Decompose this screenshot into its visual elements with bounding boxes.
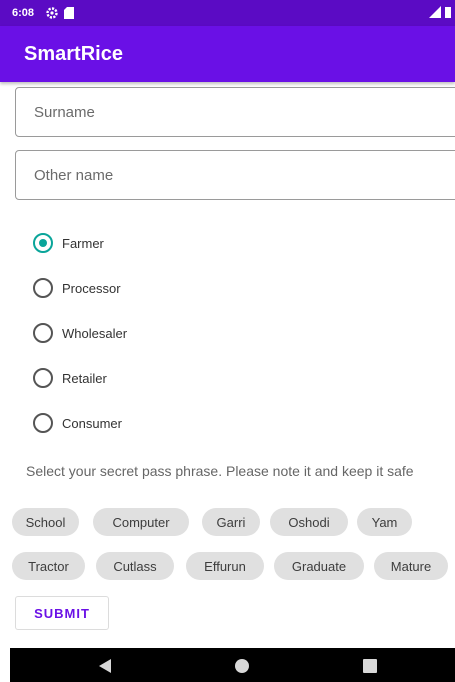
battery-icon <box>445 6 451 21</box>
app-bar: SmartRice <box>0 26 455 82</box>
radio-processor[interactable]: Processor <box>33 276 121 300</box>
chip-yam[interactable]: Yam <box>357 508 412 536</box>
radio-button-icon[interactable] <box>33 368 53 388</box>
gear-icon <box>46 7 58 19</box>
app-title: SmartRice <box>24 43 123 65</box>
radio-label-farmer: Farmer <box>62 235 104 251</box>
chip-mature[interactable]: Mature <box>374 552 448 580</box>
system-nav-bar <box>10 648 455 682</box>
chip-computer[interactable]: Computer <box>93 508 189 536</box>
other-name-field[interactable] <box>15 150 455 200</box>
surname-field[interactable] <box>15 87 455 137</box>
radio-wholesaler[interactable]: Wholesaler <box>33 321 127 345</box>
back-icon[interactable] <box>98 658 112 679</box>
app-screen: 6:08 SmartRice Surname Other name Farmer… <box>0 0 455 682</box>
radio-farmer[interactable]: Farmer <box>33 231 104 255</box>
chip-garri[interactable]: Garri <box>202 508 260 536</box>
chip-oshodi[interactable]: Oshodi <box>270 508 348 536</box>
radio-label-consumer: Consumer <box>62 415 122 431</box>
pass-phrase-instruction: Select your secret pass phrase. Please n… <box>26 463 414 479</box>
radio-button-icon[interactable] <box>33 323 53 343</box>
signal-icon <box>429 5 441 21</box>
radio-label-processor: Processor <box>62 280 121 296</box>
sd-card-icon <box>64 7 75 19</box>
chip-school[interactable]: School <box>12 508 79 536</box>
chip-graduate[interactable]: Graduate <box>274 552 364 580</box>
radio-consumer[interactable]: Consumer <box>33 411 122 435</box>
home-icon[interactable] <box>234 658 250 679</box>
radio-button-icon[interactable] <box>33 278 53 298</box>
status-time: 6:08 <box>12 7 35 19</box>
radio-label-retailer: Retailer <box>62 370 107 386</box>
chip-effurun[interactable]: Effurun <box>186 552 264 580</box>
other-name-input[interactable] <box>32 165 436 185</box>
radio-button-checked-icon[interactable] <box>33 233 53 253</box>
chip-tractor[interactable]: Tractor <box>12 552 85 580</box>
status-bar: 6:08 <box>0 0 455 26</box>
radio-retailer[interactable]: Retailer <box>33 366 107 390</box>
submit-button[interactable]: SUBMIT <box>15 596 109 630</box>
radio-label-wholesaler: Wholesaler <box>62 325 128 341</box>
surname-input[interactable] <box>32 102 436 122</box>
radio-button-icon[interactable] <box>33 413 53 433</box>
recents-icon[interactable] <box>363 658 377 679</box>
chip-cutlass[interactable]: Cutlass <box>96 552 174 580</box>
status-right-icons <box>429 5 451 21</box>
